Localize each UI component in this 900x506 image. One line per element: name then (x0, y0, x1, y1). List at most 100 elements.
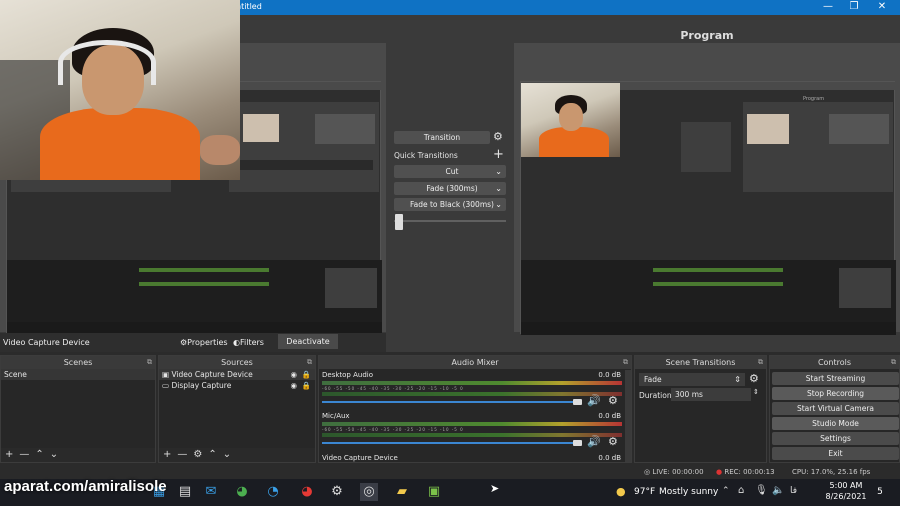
eye-icon[interactable]: ◉ (290, 380, 297, 391)
monitor-icon: ▭ (162, 381, 170, 390)
minimize-button[interactable]: — (816, 0, 840, 15)
source-item[interactable]: ▭ Display Capture ◉ 🔒 (159, 380, 315, 391)
selected-source-name: Video Capture Device (3, 338, 90, 347)
chrome-profile-icon[interactable]: ◕ (298, 483, 316, 501)
weather-temp[interactable]: 97°F (634, 487, 655, 497)
properties-label: Properties (187, 338, 228, 347)
network-icon[interactable]: ⌂ (738, 485, 744, 496)
scene-item[interactable]: Scene (1, 369, 155, 380)
nested-meter (653, 282, 783, 286)
popout-icon[interactable]: ⧉ (623, 356, 628, 369)
mixer-scrollbar[interactable] (625, 370, 631, 462)
nested-meter (653, 268, 783, 272)
nested-taskbar (521, 322, 896, 335)
settings-button[interactable]: Settings (772, 432, 899, 445)
gear-icon[interactable]: ⚙ (608, 435, 618, 448)
speaker-icon[interactable]: 🔊 (587, 394, 601, 407)
rec-time: REC: 00:00:13 (724, 468, 775, 476)
channel-name: Desktop Audio (322, 371, 373, 379)
exit-button[interactable]: Exit (772, 447, 899, 460)
duration-value: 300 ms (675, 390, 703, 399)
up-icon[interactable]: ⌃ (35, 449, 49, 460)
volume-knob[interactable] (573, 399, 582, 405)
popout-icon[interactable]: ⧉ (307, 356, 312, 369)
channel-db: 0.0 dB (598, 412, 621, 420)
start-streaming-button[interactable]: Start Streaming (772, 372, 899, 385)
start-virtual-camera-button[interactable]: Start Virtual Camera (772, 402, 899, 415)
gear-icon[interactable]: ⚙ (749, 372, 759, 385)
fade-dropdown[interactable]: Fade (300ms) ⌄ (394, 182, 506, 195)
sources-title: Sources ⧉ (159, 356, 315, 369)
volume-slider[interactable] (322, 442, 582, 444)
clock-time[interactable]: 5:00 AM (826, 481, 866, 490)
transition-button[interactable]: Transition (394, 131, 490, 144)
speaker-icon[interactable]: 🔊 (587, 435, 601, 448)
maximize-button[interactable]: ❐ (842, 0, 866, 15)
chevron-down-icon: ⌄ (495, 184, 502, 193)
language-indicator[interactable]: فا (790, 486, 797, 496)
controls-dock: Controls ⧉ Start Streaming Stop Recording… (769, 355, 900, 463)
scenes-footer: +—⌃⌄ (1, 448, 155, 462)
popout-icon[interactable]: ⧉ (891, 356, 896, 369)
cut-dropdown[interactable]: Cut ⌄ (394, 165, 506, 178)
chrome-icon[interactable]: ◕ (233, 483, 251, 501)
volume-meter (322, 433, 622, 437)
remove-icon[interactable]: — (19, 449, 35, 460)
channel-name: Mic/Aux (322, 412, 350, 420)
popout-icon[interactable]: ⧉ (758, 356, 763, 369)
mic-icon[interactable]: 🎙 (755, 485, 768, 496)
studio-mode-button[interactable]: Studio Mode (772, 417, 899, 430)
notification-icon[interactable]: 5 (872, 484, 888, 500)
scenes-title: Scenes ⧉ (1, 356, 155, 369)
popout-icon[interactable]: ⧉ (147, 356, 152, 369)
nested-program (229, 102, 379, 192)
audio-mixer-title-text: Audio Mixer (451, 358, 499, 367)
add-transition-icon[interactable]: + (493, 147, 504, 162)
duration-input[interactable]: 300 ms (671, 388, 751, 401)
mail-icon[interactable]: ✉ (202, 483, 220, 501)
scenes-title-text: Scenes (63, 358, 93, 367)
channel-db: 0.0 dB (598, 371, 621, 379)
add-icon[interactable]: + (163, 449, 177, 460)
volume-knob[interactable] (573, 440, 582, 446)
stepper-icon[interactable]: ⇕ (753, 388, 759, 396)
speaker-icon[interactable]: 🔈 (772, 485, 784, 496)
up-icon[interactable]: ⌃ (208, 449, 222, 460)
source-label: Video Capture Device (171, 370, 253, 379)
tbar-handle[interactable] (395, 214, 403, 230)
add-icon[interactable]: + (5, 449, 19, 460)
scenes-dock: Scenes ⧉ Scene +—⌃⌄ (0, 355, 156, 463)
clock-date[interactable]: 8/26/2021 (822, 492, 870, 501)
edge-icon[interactable]: ◔ (264, 483, 282, 501)
obs-icon[interactable]: ◎ (360, 483, 378, 501)
source-item[interactable]: ▣ Video Capture Device ◉ 🔒 (159, 369, 315, 380)
android-icon[interactable]: ▣ (425, 483, 443, 501)
nested-transition (681, 122, 731, 172)
folder-icon[interactable]: ▰ (393, 483, 411, 501)
chevron-up-icon[interactable]: ⌃ (722, 486, 730, 496)
fade-black-label: Fade to Black (300ms) (410, 200, 494, 209)
word-icon[interactable]: ▤ (176, 483, 194, 501)
gear-icon[interactable]: ⚙ (493, 130, 503, 143)
remove-icon[interactable]: — (177, 449, 193, 460)
status-bar: ◎ LIVE: 00:00:00 ● REC: 00:00:13 CPU: 17… (636, 465, 900, 479)
settings-app-icon[interactable]: ⚙ (328, 483, 346, 501)
gear-icon[interactable]: ⚙ (608, 394, 618, 407)
lock-icon[interactable]: 🔒 (302, 369, 311, 380)
filters-button[interactable]: ◐Filters (233, 334, 264, 351)
volume-slider[interactable] (322, 401, 582, 403)
deactivate-button[interactable]: Deactivate (278, 334, 338, 349)
stop-recording-button[interactable]: Stop Recording (772, 387, 899, 400)
down-icon[interactable]: ⌄ (223, 449, 237, 460)
filter-icon: ◐ (233, 338, 240, 347)
audio-mixer-title: Audio Mixer ⧉ (319, 356, 631, 369)
fade-black-dropdown[interactable]: Fade to Black (300ms) ⌄ (394, 198, 506, 211)
gear-icon[interactable]: ⚙ (193, 449, 208, 460)
weather-text[interactable]: Mostly sunny (659, 487, 718, 497)
properties-button[interactable]: ⚙Properties (180, 334, 228, 351)
lock-icon[interactable]: 🔒 (302, 380, 311, 391)
close-button[interactable]: ✕ (870, 0, 894, 15)
down-icon[interactable]: ⌄ (50, 449, 64, 460)
transition-select[interactable]: Fade ⇕ (639, 373, 745, 386)
eye-icon[interactable]: ◉ (290, 369, 297, 380)
